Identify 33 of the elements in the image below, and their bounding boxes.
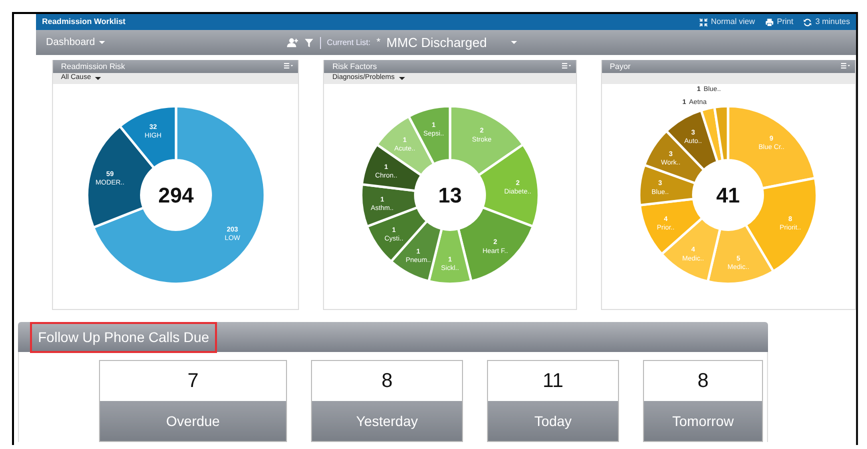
window-title: Readmission Worklist: [42, 16, 126, 28]
count-label: Yesterday: [312, 401, 462, 441]
chart-total: 294: [158, 184, 194, 208]
panel-title: Readmission Risk: [61, 60, 126, 72]
count-label: Today: [488, 401, 618, 441]
caret-icon: [98, 41, 105, 44]
caret-icon: [510, 41, 517, 44]
header-link[interactable]: Normal view: [698, 16, 755, 28]
header-link[interactable]: 3 minutes: [803, 16, 850, 28]
count-card[interactable]: 8 Tomorrow: [643, 360, 763, 442]
header-link[interactable]: Print: [764, 16, 794, 28]
current-list-label: Current List:: [326, 36, 370, 48]
shrink-icon: [698, 18, 708, 26]
add-user-icon[interactable]: [286, 37, 298, 48]
caret-icon: [94, 77, 101, 80]
count-card[interactable]: 7 Overdue: [99, 360, 287, 442]
panel-title: Payor: [610, 60, 631, 72]
menu-icon[interactable]: [283, 62, 294, 71]
refresh-icon: [803, 18, 812, 26]
menu-icon[interactable]: [560, 62, 572, 71]
count-card[interactable]: 8 Yesterday: [311, 360, 463, 442]
panel-title: Risk Factors: [332, 60, 377, 72]
count-label: Overdue: [100, 401, 286, 441]
print-icon: [764, 18, 774, 26]
count-label: Tomorrow: [644, 401, 762, 441]
star-mark: *: [376, 36, 380, 50]
chart-total: 41: [716, 184, 740, 208]
filter-icon[interactable]: [304, 38, 314, 48]
menu-icon[interactable]: [840, 62, 851, 71]
count-card[interactable]: 11 Today: [487, 360, 619, 442]
caret-icon: [398, 77, 405, 80]
section-title: Follow Up Phone Calls Due: [30, 322, 218, 352]
chart-total: 13: [438, 184, 462, 208]
